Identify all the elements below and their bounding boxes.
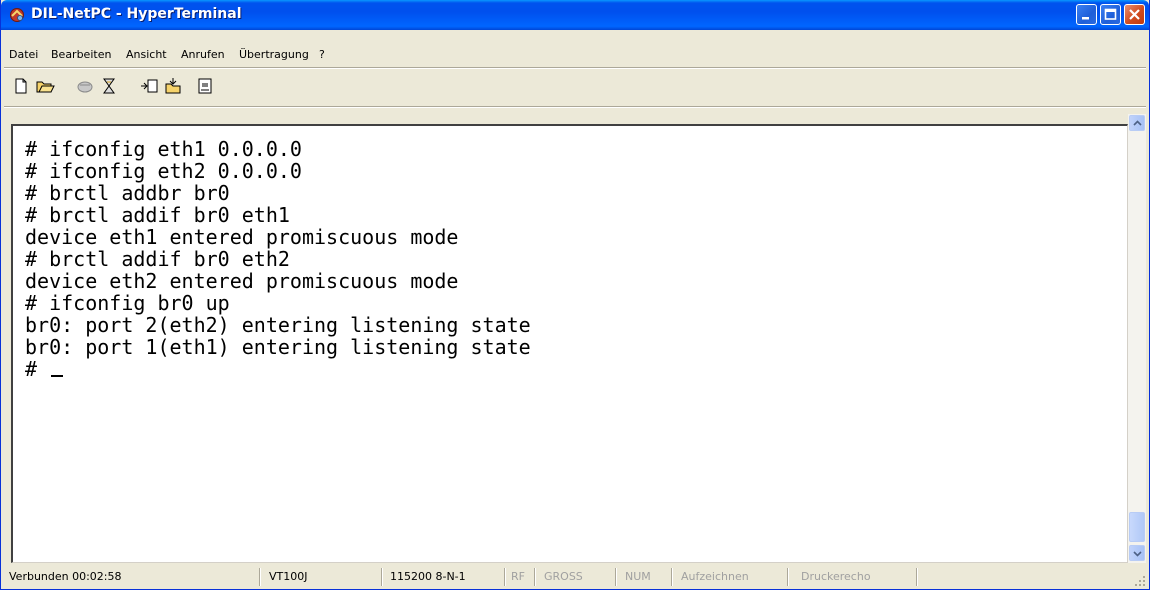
close-button[interactable] <box>1124 4 1145 25</box>
hyperterminal-window: DIL-NetPC - HyperTerminal Datei Bearbeit… <box>0 0 1150 590</box>
title-bar[interactable]: DIL-NetPC - HyperTerminal <box>1 0 1149 30</box>
scroll-up-button[interactable] <box>1129 115 1145 131</box>
receive-icon[interactable] <box>163 76 183 96</box>
maximize-icon <box>1104 8 1117 20</box>
terminal-line: device eth2 entered promiscuous mode <box>25 269 459 293</box>
menu-datei[interactable]: Datei <box>9 48 38 61</box>
terminal-line: # brctl addbr br0 <box>25 181 230 205</box>
status-divider <box>381 568 383 586</box>
status-divider <box>787 568 789 586</box>
menu-ansicht[interactable]: Ansicht <box>126 48 167 61</box>
call-icon[interactable] <box>75 76 95 96</box>
terminal-line: device eth1 entered promiscuous mode <box>25 225 459 249</box>
terminal-prompt: # <box>25 357 50 381</box>
chevron-down-icon <box>1133 551 1142 557</box>
status-num: NUM <box>625 570 651 583</box>
toolbar <box>1 68 1149 104</box>
text-cursor <box>51 375 64 377</box>
send-icon[interactable] <box>139 76 159 96</box>
chevron-up-icon <box>1133 120 1142 126</box>
properties-icon[interactable] <box>195 76 215 96</box>
scroll-thumb[interactable] <box>1129 512 1145 542</box>
status-capture: Aufzeichnen <box>681 570 749 583</box>
terminal-area[interactable]: # ifconfig eth1 0.0.0.0 # ifconfig eth2 … <box>11 124 1128 563</box>
menu-uebertragung[interactable]: Übertragung <box>239 48 309 61</box>
status-divider <box>671 568 673 586</box>
status-emulation: VT100J <box>269 570 308 583</box>
new-file-icon[interactable] <box>11 76 31 96</box>
status-divider <box>916 568 918 586</box>
status-divider <box>534 568 536 586</box>
status-divider <box>504 568 506 586</box>
status-port-settings: 115200 8-N-1 <box>390 570 466 583</box>
status-rf: RF <box>511 570 525 583</box>
terminal-line: # ifconfig eth2 0.0.0.0 <box>25 159 302 183</box>
terminal-line: br0: port 2(eth2) entering listening sta… <box>25 313 531 337</box>
status-divider <box>615 568 617 586</box>
terminal-line: # ifconfig br0 up <box>25 291 230 315</box>
hyperterminal-app-icon[interactable] <box>9 7 25 23</box>
vertical-scrollbar[interactable] <box>1128 114 1146 563</box>
status-bar: Verbunden 00:02:58 VT100J 115200 8-N-1 R… <box>1 564 1149 589</box>
menu-help[interactable]: ? <box>319 48 325 61</box>
scroll-down-button[interactable] <box>1129 545 1145 561</box>
status-connection: Verbunden 00:02:58 <box>9 570 122 583</box>
window-title: DIL-NetPC - HyperTerminal <box>31 6 242 22</box>
terminal-line: # brctl addif br0 eth2 <box>25 247 290 271</box>
toolbar-divider <box>4 106 1146 108</box>
terminal-line: # ifconfig eth1 0.0.0.0 <box>25 137 302 161</box>
close-icon <box>1129 9 1140 20</box>
minimize-button[interactable] <box>1076 4 1097 25</box>
status-print-echo: Druckerecho <box>801 570 871 583</box>
terminal-output: # ifconfig eth1 0.0.0.0 # ifconfig eth2 … <box>25 138 1127 562</box>
menu-bearbeiten[interactable]: Bearbeiten <box>51 48 111 61</box>
terminal-line: # brctl addif br0 eth1 <box>25 203 290 227</box>
status-divider <box>259 568 261 586</box>
disconnect-icon[interactable] <box>99 76 119 96</box>
terminal-line: br0: port 1(eth1) entering listening sta… <box>25 335 531 359</box>
menu-bar: Datei Bearbeiten Ansicht Anrufen Übertra… <box>1 44 1149 66</box>
resize-grip-icon[interactable] <box>1134 575 1146 587</box>
status-caps: GROSS <box>544 570 583 583</box>
menu-anrufen[interactable]: Anrufen <box>181 48 225 61</box>
open-folder-icon[interactable] <box>35 76 55 96</box>
maximize-button[interactable] <box>1100 4 1121 25</box>
minimize-icon <box>1082 17 1089 20</box>
terminal-prompt-line: # <box>25 358 1127 380</box>
